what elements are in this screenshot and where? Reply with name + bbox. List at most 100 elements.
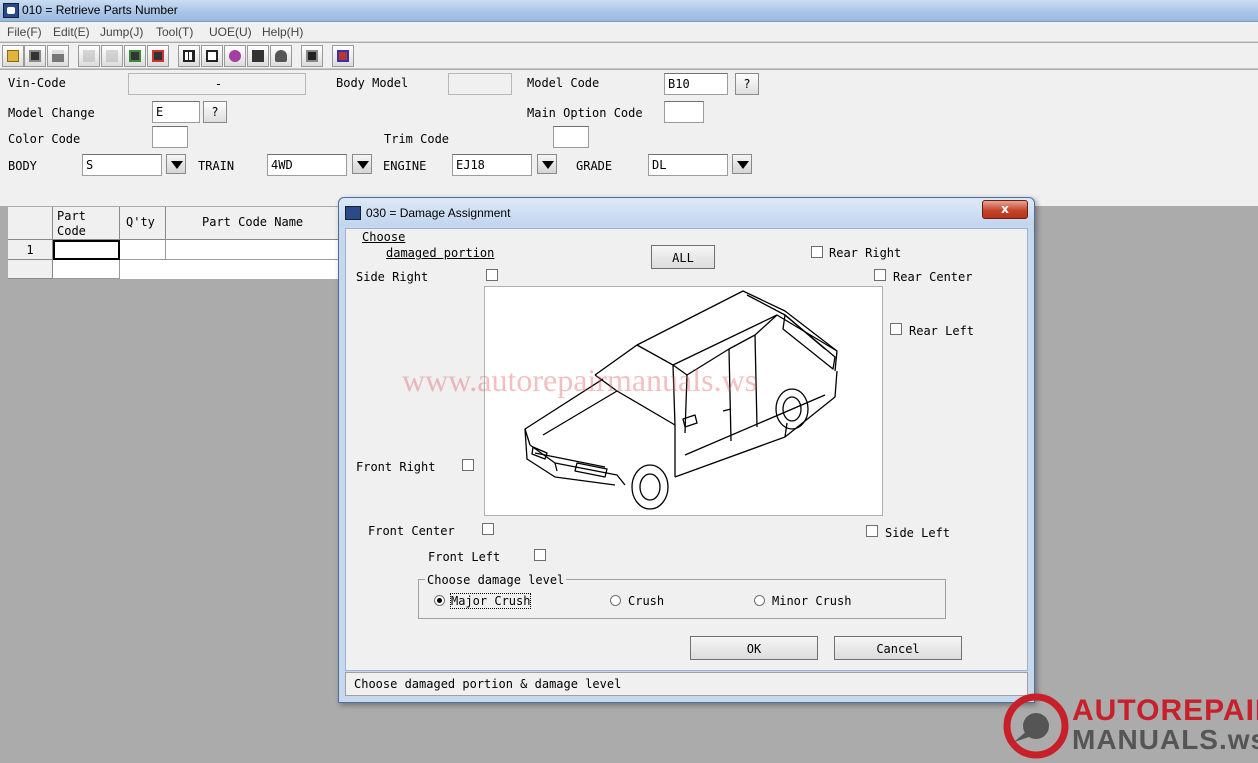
rear-right-label: Rear Right xyxy=(829,246,902,260)
all-button[interactable]: ALL xyxy=(651,245,715,269)
check-icon xyxy=(106,50,118,62)
body-model-label: Body Model xyxy=(336,76,409,90)
minor-crush-radio[interactable] xyxy=(754,595,765,606)
body-select[interactable]: S xyxy=(82,154,162,176)
ok-button[interactable]: OK xyxy=(690,636,818,660)
side-left-checkbox[interactable] xyxy=(866,525,878,537)
grid-button[interactable] xyxy=(178,45,200,67)
front-right-checkbox[interactable] xyxy=(462,459,474,471)
table-cell-empty[interactable] xyxy=(53,260,120,279)
user-button[interactable] xyxy=(224,45,246,67)
model-code-help-button[interactable]: ? xyxy=(735,73,759,95)
model-change-help-button[interactable]: ? xyxy=(203,101,227,123)
grade-dropdown-arrow-icon[interactable] xyxy=(732,154,752,174)
column-header-qty[interactable]: Q'ty xyxy=(120,207,166,240)
rear-center-checkbox[interactable] xyxy=(874,269,886,281)
table-cell-part-code-name[interactable] xyxy=(166,240,340,260)
person-button[interactable] xyxy=(270,45,292,67)
cancel-button[interactable]: Cancel xyxy=(834,636,962,660)
layout-button[interactable] xyxy=(201,45,223,67)
grade-select[interactable]: DL xyxy=(648,154,728,176)
copy-button[interactable] xyxy=(301,45,323,67)
row-header-corner xyxy=(8,207,53,240)
exit-button[interactable] xyxy=(332,45,354,67)
rear-center-label: Rear Center xyxy=(893,270,973,284)
person-icon xyxy=(275,50,287,62)
watermark: www.autorepairmanuals.ws xyxy=(402,362,758,398)
minor-crush-label: Minor Crush xyxy=(772,594,852,608)
car-diagram xyxy=(484,286,883,516)
major-crush-radio[interactable] xyxy=(434,595,445,606)
report-icon xyxy=(152,50,164,62)
copy-icon xyxy=(306,50,318,62)
column-header-part-code[interactable]: Part Code xyxy=(53,207,120,240)
dialog-app-icon xyxy=(345,206,361,220)
logo-line2: MANUALS.ws xyxy=(1072,724,1258,755)
numbering-button[interactable] xyxy=(78,45,100,67)
front-left-checkbox[interactable] xyxy=(534,549,546,561)
row-number[interactable]: 1 xyxy=(8,240,53,260)
side-right-checkbox[interactable] xyxy=(486,269,498,281)
close-button[interactable]: x xyxy=(982,200,1028,219)
damaged-portion-label: damaged portion xyxy=(386,246,495,260)
body-model-field[interactable] xyxy=(448,73,512,95)
engine-select[interactable]: EJ18 xyxy=(452,154,532,176)
menu-edit[interactable]: Edit(E) xyxy=(53,25,90,39)
open-button[interactable] xyxy=(2,45,24,67)
toolbar xyxy=(0,43,1258,69)
side-right-label: Side Right xyxy=(356,270,429,284)
menu-file[interactable]: File(F) xyxy=(7,25,42,39)
app-icon xyxy=(3,3,19,18)
column-header-part-code-line2: Code xyxy=(57,224,86,238)
print-button[interactable] xyxy=(47,45,69,67)
color-code-label: Color Code xyxy=(8,132,81,146)
engine-dropdown-arrow-icon[interactable] xyxy=(537,154,557,174)
exit-icon xyxy=(337,50,349,62)
model-code-field[interactable]: B10 xyxy=(664,73,728,95)
order-button[interactable] xyxy=(124,45,146,67)
menu-help[interactable]: Help(H) xyxy=(262,25,303,39)
open-icon xyxy=(7,50,19,62)
train-select[interactable]: 4WD xyxy=(267,154,347,176)
crush-label: Crush xyxy=(628,594,665,608)
body-dropdown-arrow-icon[interactable] xyxy=(166,154,186,174)
report-button[interactable] xyxy=(147,45,169,67)
rear-left-checkbox[interactable] xyxy=(890,323,902,335)
column-header-part-code-name[interactable]: Part Code Name xyxy=(166,207,340,240)
station-wagon-illustration xyxy=(524,290,838,510)
vin-code-field[interactable]: - xyxy=(128,73,306,95)
model-code-label: Model Code xyxy=(527,76,600,90)
rear-right-checkbox[interactable] xyxy=(811,246,823,258)
crush-radio[interactable] xyxy=(610,595,621,606)
engine-label: ENGINE xyxy=(383,159,427,173)
rear-left-label: Rear Left xyxy=(909,324,975,338)
table-cell-part-code[interactable] xyxy=(53,240,120,260)
grade-label: GRADE xyxy=(576,159,613,173)
row-header-empty xyxy=(8,260,53,279)
table-cell-qty[interactable] xyxy=(120,240,166,260)
autorepair-manuals-logo: AUTOREPAIR MANUALS.ws xyxy=(1000,690,1258,763)
column-header-part-code-line1: Part xyxy=(57,209,86,223)
vin-code-label: Vin-Code xyxy=(8,76,66,90)
menu-tool[interactable]: Tool(T) xyxy=(156,25,193,39)
front-left-label: Front Left xyxy=(428,550,501,564)
menu-uoe[interactable]: UOE(U) xyxy=(209,25,252,39)
menu-jump[interactable]: Jump(J) xyxy=(100,25,143,39)
font-button[interactable] xyxy=(247,45,269,67)
train-dropdown-arrow-icon[interactable] xyxy=(352,154,372,174)
model-change-field[interactable]: E xyxy=(152,101,200,123)
layout-icon xyxy=(206,50,218,62)
front-center-checkbox[interactable] xyxy=(482,523,494,535)
save-button[interactable] xyxy=(24,45,46,67)
check-button[interactable] xyxy=(101,45,123,67)
main-option-code-field[interactable] xyxy=(664,101,704,123)
front-center-label: Front Center xyxy=(368,524,455,538)
menu-bar: File(F) Edit(E) Jump(J) Tool(T) UOE(U) H… xyxy=(0,22,1258,42)
color-code-field[interactable] xyxy=(152,126,188,148)
trim-code-label: Trim Code xyxy=(384,132,450,146)
side-left-label: Side Left xyxy=(885,526,951,540)
user-icon xyxy=(229,50,241,62)
order-icon xyxy=(129,50,141,62)
trim-code-field[interactable] xyxy=(553,126,589,148)
save-icon xyxy=(29,50,41,62)
